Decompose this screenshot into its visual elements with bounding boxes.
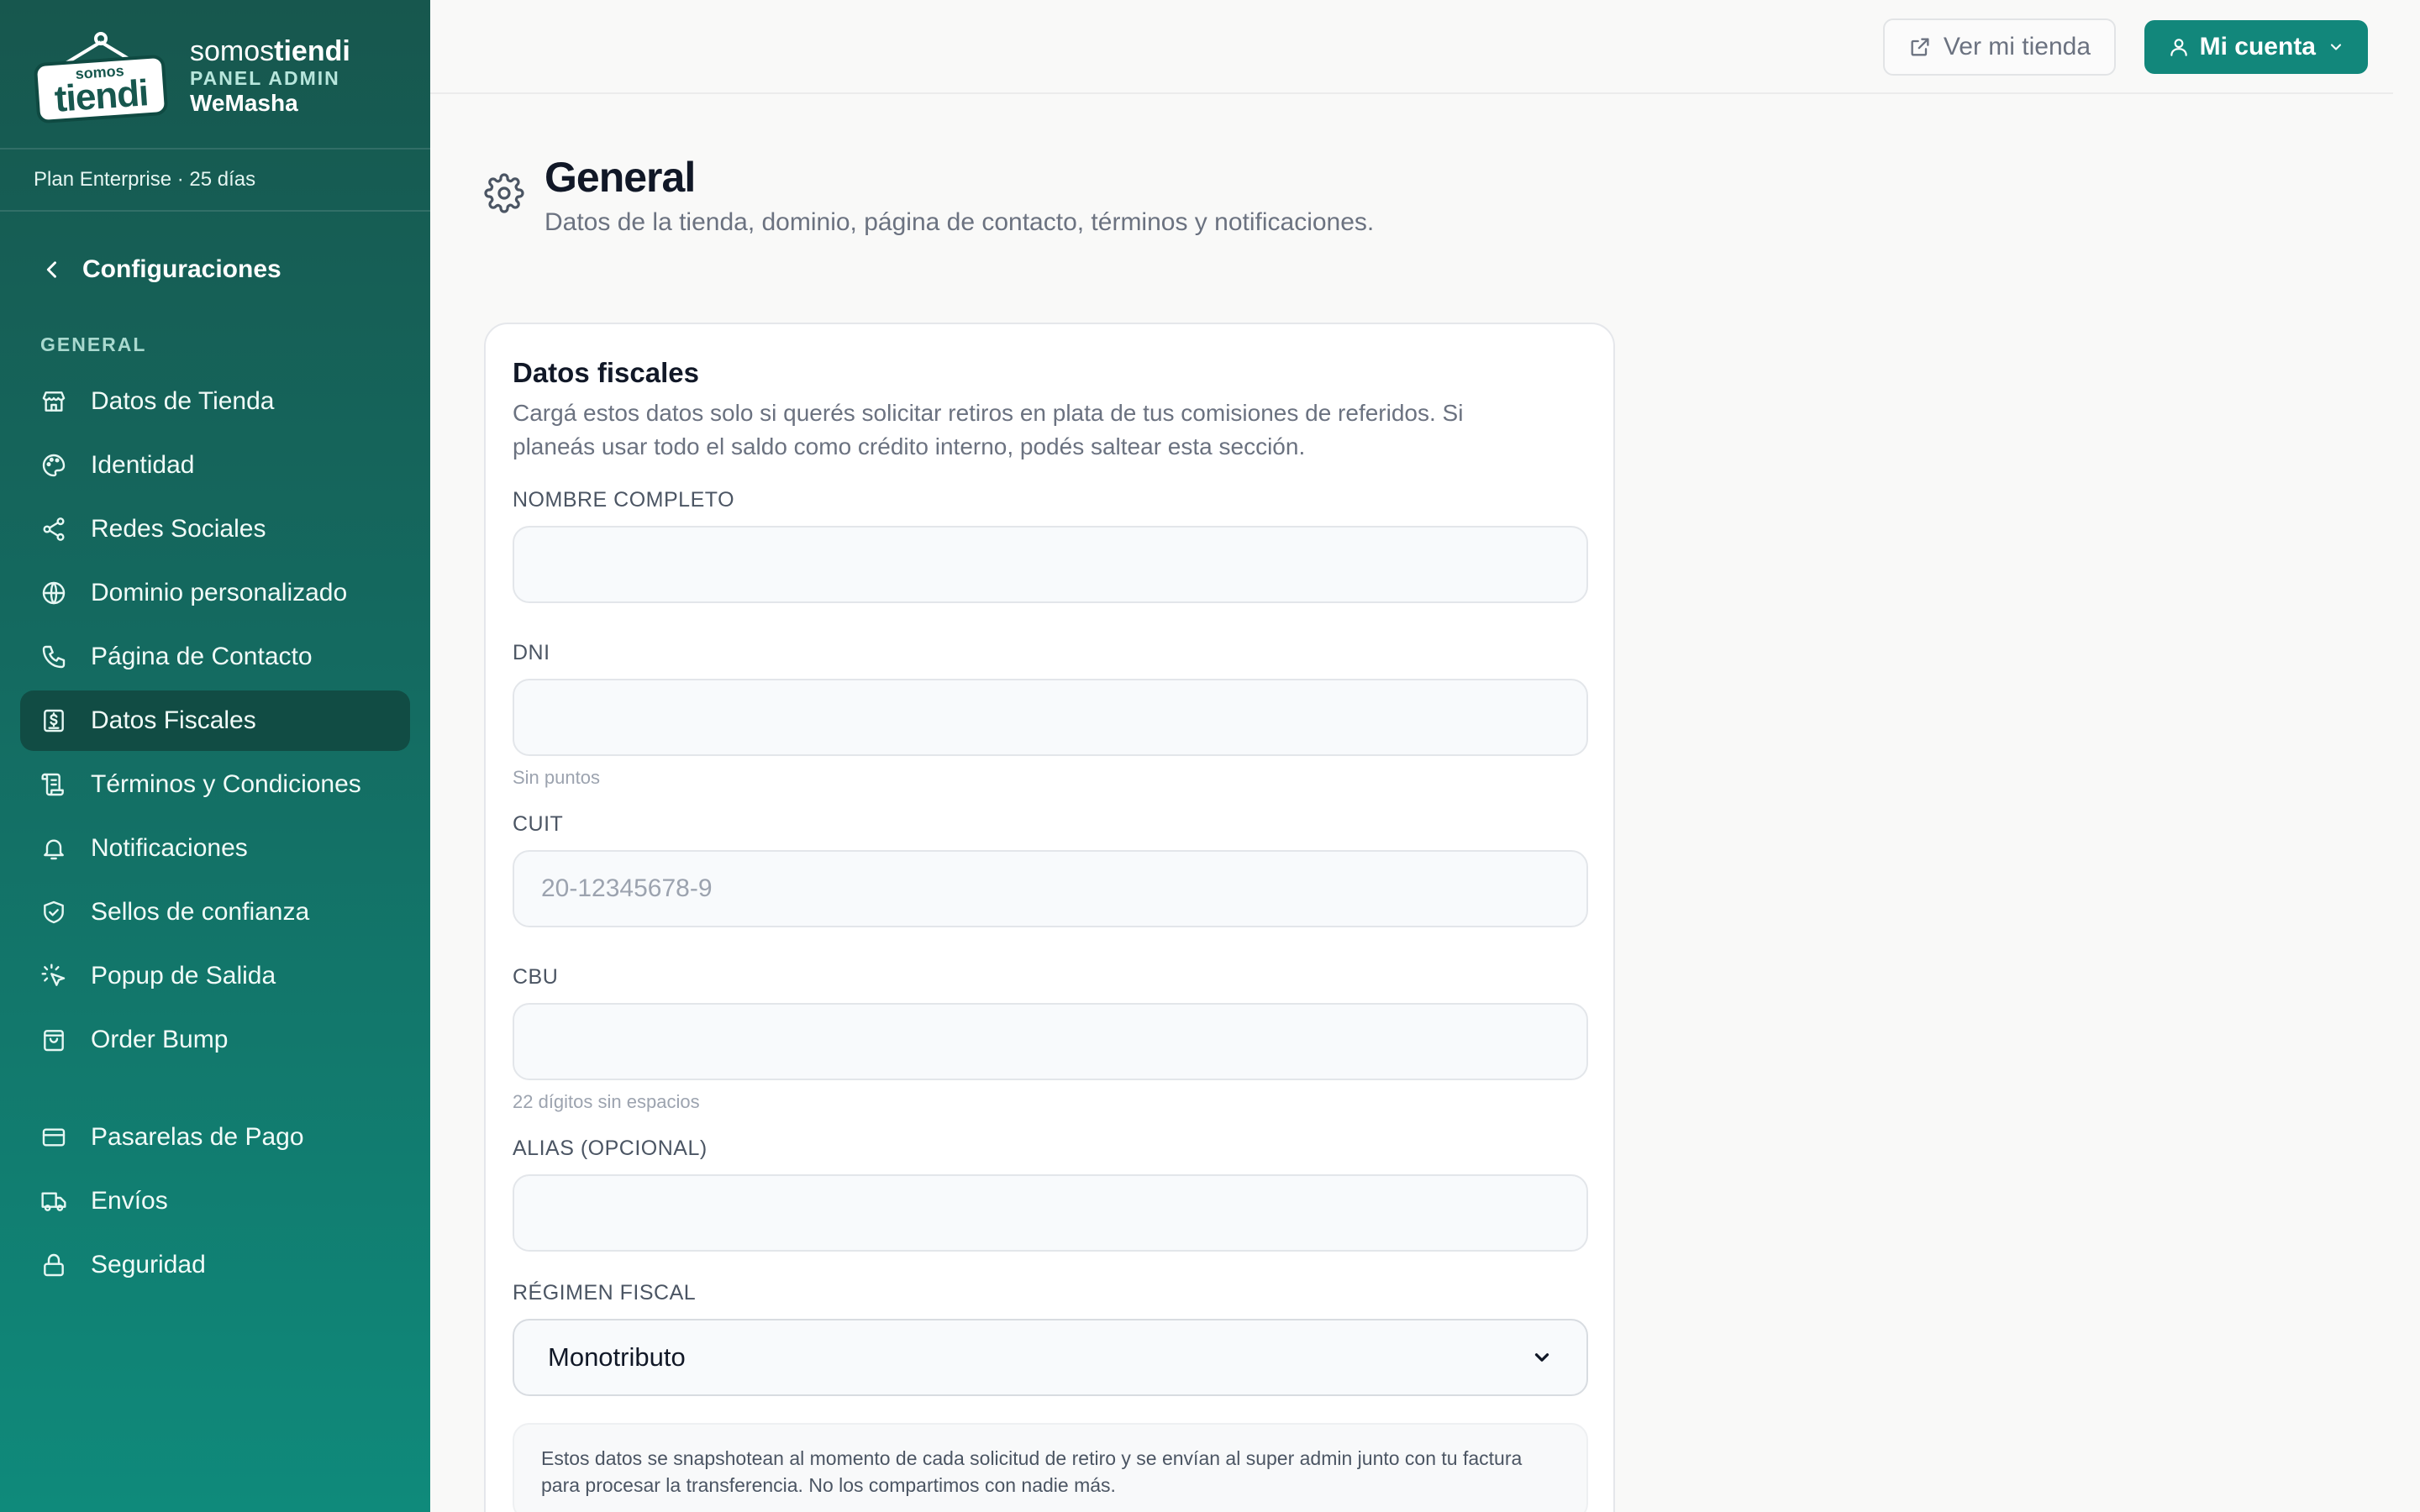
chevron-down-icon bbox=[2330, 44, 2342, 50]
field-label-name: NOMBRE COMPLETO bbox=[513, 488, 735, 512]
sidebar-item-datos-de-tienda[interactable]: Datos de Tienda bbox=[20, 371, 410, 432]
share-icon bbox=[43, 517, 65, 541]
dni-input[interactable] bbox=[513, 679, 1588, 756]
field-label-cuit: CUIT bbox=[513, 812, 564, 836]
sidebar: somos tiendi somostiendi PANEL ADMIN WeM… bbox=[0, 0, 430, 1512]
shield-check-icon bbox=[44, 900, 64, 924]
user-icon bbox=[2170, 39, 2187, 56]
sidebar-item-envios[interactable]: Envíos bbox=[20, 1171, 410, 1231]
back-to-settings-button[interactable]: Configuraciones bbox=[0, 212, 430, 328]
chevron-left-icon bbox=[46, 261, 56, 278]
plan-badge: Plan Enterprise · 25 días bbox=[0, 150, 430, 212]
dni-hint: Sin puntos bbox=[513, 767, 600, 788]
card-title: Datos fiscales bbox=[513, 357, 699, 388]
phone-icon bbox=[42, 645, 66, 669]
sidebar-item-identidad[interactable]: Identidad bbox=[20, 435, 410, 496]
field-name-group: NOMBRE COMPLETO bbox=[513, 487, 1588, 603]
sidebar-item-terminos-y-condiciones[interactable]: Términos y Condiciones bbox=[20, 754, 410, 815]
field-cuit-group: CUIT bbox=[513, 811, 1588, 927]
cbu-hint: 22 dígitos sin espacios bbox=[513, 1091, 700, 1112]
shopping-bag-icon bbox=[44, 1030, 64, 1052]
external-link-icon bbox=[1911, 38, 1929, 56]
pointer-click-icon bbox=[41, 963, 66, 986]
sidebar-item-datos-fiscales[interactable]: Datos Fiscales bbox=[20, 690, 410, 751]
field-label-alias: ALIAS (OPCIONAL) bbox=[513, 1137, 708, 1160]
brand-text: somostiendi PANEL ADMIN WeMasha bbox=[190, 35, 350, 118]
sidebar-item-order-bump[interactable]: Order Bump bbox=[20, 1010, 410, 1070]
chevron-down-icon bbox=[1534, 1353, 1549, 1362]
card-description: Cargá estos datos solo si querés solicit… bbox=[513, 400, 1464, 459]
globe-icon bbox=[42, 581, 66, 605]
store-icon bbox=[42, 391, 66, 412]
field-alias-group: ALIAS (OPCIONAL) bbox=[513, 1136, 1588, 1252]
field-cbu-group: CBU 22 dígitos sin espacios bbox=[513, 964, 1588, 1114]
panel-label: PANEL ADMIN bbox=[190, 67, 340, 89]
store-name: WeMasha bbox=[190, 90, 298, 116]
view-store-button[interactable]: Ver mi tienda bbox=[1882, 18, 2116, 76]
gear-icon bbox=[484, 173, 524, 213]
nav-spacer bbox=[20, 1074, 410, 1107]
brand-name: somostiendi bbox=[190, 35, 350, 67]
fiscal-data-card: Datos fiscales Cargá estos datos solo si… bbox=[484, 323, 1615, 1512]
bell-icon bbox=[44, 839, 64, 860]
full-name-input[interactable] bbox=[513, 526, 1588, 603]
cbu-input[interactable] bbox=[513, 1003, 1588, 1080]
fiscal-regime-select[interactable]: Monotributo bbox=[513, 1319, 1588, 1396]
cuit-input[interactable] bbox=[513, 850, 1588, 927]
field-dni-group: DNI Sin puntos bbox=[513, 640, 1588, 790]
lock-icon bbox=[44, 1253, 64, 1277]
settings-nav: Datos de Tienda Identidad Redes Sociales… bbox=[0, 371, 430, 1295]
account-menu-button[interactable]: Mi cuenta bbox=[2144, 20, 2368, 74]
field-label-regime: RÉGIMEN FISCAL bbox=[513, 1281, 697, 1305]
sidebar-item-redes-sociales[interactable]: Redes Sociales bbox=[20, 499, 410, 559]
sidebar-item-seguridad[interactable]: Seguridad bbox=[20, 1235, 410, 1295]
scroll-icon bbox=[41, 773, 64, 796]
sidebar-item-dominio-personalizado[interactable]: Dominio personalizado bbox=[20, 563, 410, 623]
page-title: General bbox=[544, 154, 696, 201]
field-regime-group: RÉGIMEN FISCAL Monotributo bbox=[513, 1280, 1588, 1396]
privacy-note: Estos datos se snapshotean al momento de… bbox=[513, 1423, 1588, 1512]
field-label-cbu: CBU bbox=[513, 965, 559, 989]
top-bar: Ver mi tienda Mi cuenta bbox=[430, 0, 2393, 94]
brand-header[interactable]: somos tiendi somostiendi PANEL ADMIN WeM… bbox=[0, 0, 430, 150]
credit-card-icon bbox=[42, 1128, 66, 1147]
alias-input[interactable] bbox=[513, 1174, 1588, 1252]
palette-icon bbox=[42, 454, 66, 477]
field-label-dni: DNI bbox=[513, 641, 550, 664]
sidebar-item-pagina-de-contacto[interactable]: Página de Contacto bbox=[20, 627, 410, 687]
section-label-general: GENERAL bbox=[40, 333, 147, 355]
receipt-icon bbox=[44, 709, 64, 732]
sidebar-item-notificaciones[interactable]: Notificaciones bbox=[20, 818, 410, 879]
fiscal-regime-selected: Monotributo bbox=[548, 1342, 686, 1372]
store-sign-logo: somos tiendi bbox=[33, 30, 170, 124]
page-header: General Datos de la tienda, dominio, pág… bbox=[484, 151, 1374, 237]
truck-icon bbox=[41, 1192, 66, 1211]
sidebar-item-popup-de-salida[interactable]: Popup de Salida bbox=[20, 946, 410, 1006]
sidebar-item-sellos-de-confianza[interactable]: Sellos de confianza bbox=[20, 882, 410, 942]
sidebar-item-pasarelas-de-pago[interactable]: Pasarelas de Pago bbox=[20, 1107, 410, 1168]
page-subtitle: Datos de la tienda, dominio, página de c… bbox=[544, 208, 1375, 236]
